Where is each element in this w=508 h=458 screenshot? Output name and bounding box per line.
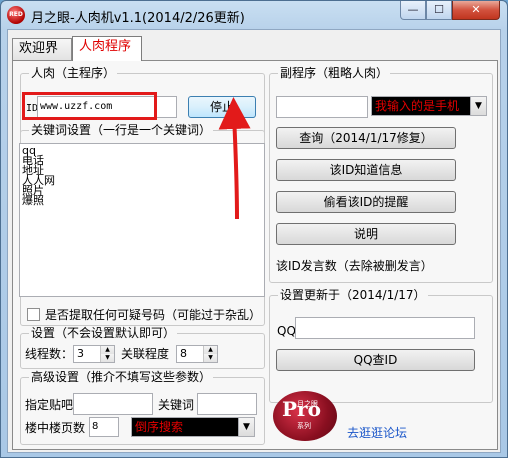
app-icon: RED bbox=[7, 6, 25, 24]
spin-up-icon[interactable]: ▲ bbox=[101, 346, 114, 354]
keyword-label: 关键词 bbox=[158, 398, 195, 412]
settings-group-title: 设置（不会设置默认即可） bbox=[29, 326, 178, 340]
order-combo-text: 倒序搜索 bbox=[135, 420, 184, 434]
threads-label: 线程数： bbox=[25, 347, 74, 361]
query-button[interactable]: 查询（2014/1/17修复） bbox=[276, 127, 456, 149]
extract-checkbox[interactable] bbox=[27, 308, 40, 321]
relevance-label: 关联程度 bbox=[121, 347, 170, 361]
stop-button[interactable]: 停止 bbox=[188, 96, 256, 118]
close-button[interactable]: ✕ bbox=[452, 1, 500, 20]
peek-reminder-button[interactable]: 偷看该ID的提醒 bbox=[276, 191, 456, 213]
keyword-line: 电话 bbox=[22, 154, 44, 167]
sub-program-input[interactable] bbox=[276, 96, 368, 118]
spin-up-icon[interactable]: ▲ bbox=[204, 346, 217, 354]
advanced-keyword-input[interactable] bbox=[197, 393, 257, 415]
chevron-down-icon[interactable]: ▼ bbox=[470, 97, 486, 115]
pro-series-logo: Pro 月之眼 系列 bbox=[273, 391, 337, 441]
chevron-down-icon[interactable]: ▼ bbox=[238, 418, 254, 436]
settings-update-group-title: 设置更新于（2014/1/17） bbox=[278, 288, 428, 302]
main-program-group-title: 人肉（主程序） bbox=[29, 66, 118, 80]
post-label: 指定贴吧 bbox=[25, 398, 74, 412]
forum-link[interactable]: 去逛逛论坛 bbox=[347, 424, 407, 441]
keyword-line: 人人网 bbox=[22, 174, 55, 187]
threads-value: 3 bbox=[77, 347, 84, 360]
threads-spin-buttons[interactable]: ▲ ▼ bbox=[100, 346, 114, 362]
app-window: RED 月之眼-人肉机v1.1(2014/2/26更新) — ☐ ✕ 欢迎界面 … bbox=[0, 0, 508, 458]
tab-program[interactable]: 人肉程序 bbox=[72, 36, 142, 61]
keyword-line: 地址 bbox=[22, 164, 44, 177]
post-input[interactable] bbox=[73, 393, 153, 415]
sub-program-group-title: 副程序（粗略人肉） bbox=[278, 66, 391, 80]
post-count-label: 该ID发言数（去除被删发言） bbox=[276, 259, 433, 273]
keyword-group-title: 关键词设置（一行是一个关键词） bbox=[29, 123, 214, 137]
title-bar[interactable]: RED 月之眼-人肉机v1.1(2014/2/26更新) — ☐ ✕ bbox=[1, 1, 507, 29]
pages-input[interactable]: 8 bbox=[89, 417, 119, 437]
logo-small-text: 月之眼 bbox=[297, 400, 318, 408]
order-combo[interactable]: 倒序搜索 ▼ bbox=[131, 417, 255, 437]
qq-label: QQ bbox=[277, 324, 296, 338]
qq-input[interactable] bbox=[295, 317, 475, 339]
keywords-textarea[interactable]: qq 电话 地址 人人网 照片 爆照 bbox=[19, 143, 265, 297]
maximize-button[interactable]: ☐ bbox=[426, 1, 452, 20]
window-title: 月之眼-人肉机v1.1(2014/2/26更新) bbox=[31, 11, 245, 26]
relevance-value: 8 bbox=[180, 347, 187, 360]
help-button[interactable]: 说明 bbox=[276, 223, 456, 245]
keyword-line: 爆照 bbox=[22, 194, 44, 207]
extract-checkbox-label: 是否提取任何可疑号码（可能过于杂乱） bbox=[45, 308, 262, 322]
relevance-spinner[interactable]: 8 ▲ ▼ bbox=[176, 345, 218, 363]
advanced-group-title: 高级设置（推介不填写这些参数） bbox=[29, 370, 214, 384]
logo-sub-text: 系列 bbox=[297, 422, 311, 430]
minimize-button[interactable]: — bbox=[400, 1, 426, 20]
threads-spinner[interactable]: 3 ▲ ▼ bbox=[73, 345, 115, 363]
annotation-rectangle bbox=[22, 92, 157, 120]
relevance-spin-buttons[interactable]: ▲ ▼ bbox=[203, 346, 217, 362]
pages-label: 楼中楼页数 bbox=[25, 421, 86, 435]
keyword-line: qq bbox=[22, 144, 36, 157]
id-info-button[interactable]: 该ID知道信息 bbox=[276, 159, 456, 181]
keyword-line: 照片 bbox=[22, 184, 44, 197]
input-type-combo-text: 我输入的是手机 bbox=[375, 99, 460, 113]
qq-lookup-button[interactable]: QQ查ID bbox=[276, 349, 475, 371]
input-type-combo[interactable]: 我输入的是手机 ▼ bbox=[371, 96, 487, 116]
spin-down-icon[interactable]: ▼ bbox=[204, 354, 217, 362]
spin-down-icon[interactable]: ▼ bbox=[101, 354, 114, 362]
tab-welcome[interactable]: 欢迎界面 bbox=[12, 38, 72, 76]
